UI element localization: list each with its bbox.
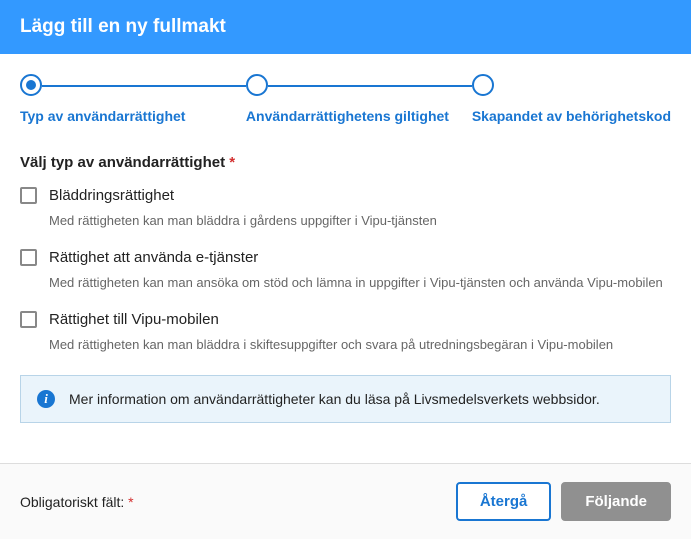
modal-header: Lägg till en ny fullmakt: [0, 0, 691, 54]
stepper: Typ av användarrättighet Användarrättigh…: [20, 74, 671, 124]
step-label: Användarrättighetens giltighet: [246, 108, 449, 124]
option-vipu-mobile-rights: Rättighet till Vipu-mobilen Med rättighe…: [20, 311, 671, 355]
option-description: Med rättigheten kan man bläddra i skifte…: [49, 336, 671, 355]
step-connector: [42, 85, 246, 87]
step-1[interactable]: Typ av användarrättighet: [20, 74, 246, 124]
option-row[interactable]: Bläddringsrättighet: [20, 187, 671, 204]
option-row[interactable]: Rättighet att använda e-tjänster: [20, 249, 671, 266]
checkbox[interactable]: [20, 187, 37, 204]
step-circle-icon: [472, 74, 494, 96]
required-asterisk: *: [229, 154, 235, 171]
modal-content: Typ av användarrättighet Användarrättigh…: [0, 54, 691, 463]
footer-required-note: Obligatoriskt fält: *: [20, 494, 134, 510]
option-description: Med rättigheten kan man bläddra i gården…: [49, 212, 671, 231]
required-asterisk: *: [128, 494, 133, 510]
required-label: Obligatoriskt fält:: [20, 494, 124, 510]
option-label: Bläddringsrättighet: [49, 187, 174, 204]
option-label: Rättighet att använda e-tjänster: [49, 249, 258, 266]
option-browsing-rights: Bläddringsrättighet Med rättigheten kan …: [20, 187, 671, 231]
step-circle-icon: [246, 74, 268, 96]
step-label: Typ av användarrättighet: [20, 108, 185, 124]
info-box: i Mer information om användarrättigheter…: [20, 375, 671, 423]
footer-buttons: Återgå Följande: [456, 482, 671, 521]
step-3[interactable]: Skapandet av behörighetskod: [472, 74, 671, 124]
option-row[interactable]: Rättighet till Vipu-mobilen: [20, 311, 671, 328]
modal-footer: Obligatoriskt fält: * Återgå Följande: [0, 463, 691, 539]
next-button[interactable]: Följande: [561, 482, 671, 521]
section-title: Välj typ av användarrättighet *: [20, 154, 671, 171]
option-label: Rättighet till Vipu-mobilen: [49, 311, 219, 328]
step-connector: [268, 85, 472, 87]
checkbox[interactable]: [20, 311, 37, 328]
back-button[interactable]: Återgå: [456, 482, 552, 521]
step-circle-icon: [20, 74, 42, 96]
section-title-text: Välj typ av användarrättighet: [20, 154, 225, 171]
step-2[interactable]: Användarrättighetens giltighet: [246, 74, 472, 124]
checkbox[interactable]: [20, 249, 37, 266]
info-text: Mer information om användarrättigheter k…: [69, 391, 600, 407]
option-eservice-rights: Rättighet att använda e-tjänster Med rät…: [20, 249, 671, 293]
modal-title: Lägg till en ny fullmakt: [20, 16, 226, 37]
step-label: Skapandet av behörighetskod: [472, 108, 671, 124]
info-icon: i: [37, 390, 55, 408]
option-description: Med rättigheten kan man ansöka om stöd o…: [49, 274, 671, 293]
